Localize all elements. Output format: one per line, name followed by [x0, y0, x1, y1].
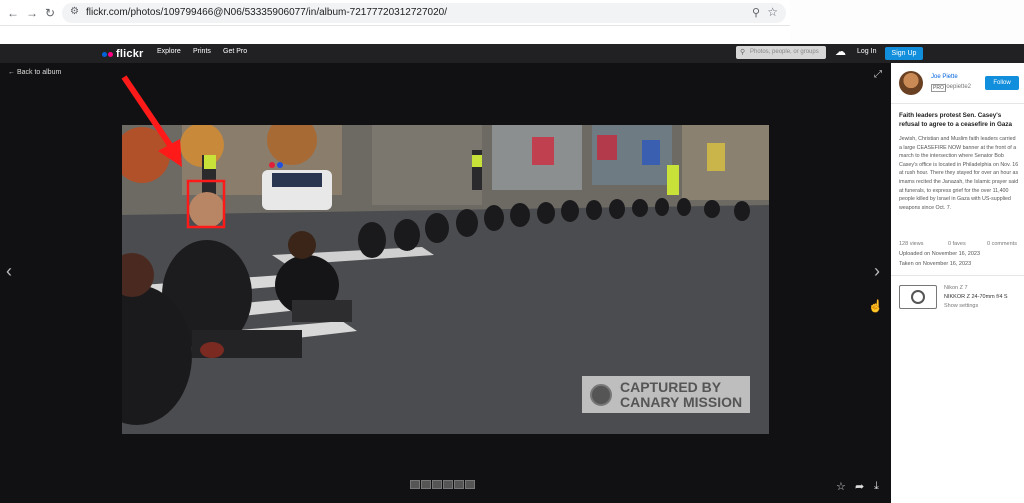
share-icon[interactable]: ➦ — [855, 480, 864, 493]
red-arrow-annotation — [121, 75, 182, 167]
camera-lens-shape — [911, 290, 925, 304]
photo-title: Faith leaders protest Sen. Casey's refus… — [899, 112, 1013, 128]
avatar[interactable] — [899, 71, 923, 95]
divider — [891, 103, 1024, 104]
browser-side-area — [790, 0, 1024, 44]
login-link[interactable]: Log In — [857, 48, 876, 55]
watermark-line-2: CANARY MISSION — [620, 393, 743, 410]
watermark: CAPTURED BY CANARY MISSION — [582, 376, 750, 413]
search-input[interactable]: ⚲ Photos, people, or groups — [736, 46, 826, 59]
pro-badge: PRO — [931, 84, 946, 92]
show-settings-link[interactable]: Show settings — [944, 303, 978, 309]
filmstrip-thumbnail[interactable] — [443, 480, 453, 489]
photo-description: Jewish, Christian and Muslim faith leade… — [899, 136, 1019, 211]
filmstrip — [410, 480, 475, 489]
mouse-cursor-icon: ☝ — [868, 299, 883, 313]
nav-prints[interactable]: Prints — [193, 48, 211, 55]
zoom-icon[interactable]: ⚲ — [752, 6, 760, 19]
taken-date: Taken on November 16, 2023 — [899, 261, 972, 267]
uploaded-date: Uploaded on November 16, 2023 — [899, 251, 981, 257]
filmstrip-thumbnail[interactable] — [432, 480, 442, 489]
watermark-text: CAPTURED BY CANARY MISSION — [620, 378, 743, 410]
address-bar[interactable]: ⚙ flickr.com/photos/109799466@N06/533359… — [62, 3, 786, 23]
follow-button[interactable]: Follow — [985, 76, 1019, 90]
logo-text: flickr — [116, 48, 144, 60]
signup-button[interactable]: Sign Up — [885, 47, 923, 60]
watermark-line-1: CAPTURED BY — [620, 378, 722, 395]
canary-mission-logo — [590, 383, 612, 406]
filmstrip-thumbnail[interactable] — [454, 480, 464, 489]
logo-pink-dot — [108, 51, 113, 57]
back-icon[interactable]: ← — [6, 6, 20, 20]
camera-brand-link[interactable]: Nikon Z 7 — [944, 285, 968, 291]
fullscreen-icon[interactable]: ⤢ — [874, 69, 882, 80]
owner-name-link[interactable]: Joe Piette — [931, 74, 958, 80]
upload-icon[interactable]: ☁ — [835, 45, 846, 58]
camera-icon — [899, 285, 937, 309]
views-count: 128 views — [899, 241, 924, 247]
photo-viewer: ← Back to album ⤢ ‹ › ☝ CAPTURED BY CANA… — [0, 63, 891, 503]
nav-get-pro[interactable]: Get Pro — [223, 48, 247, 55]
forward-icon[interactable]: → — [25, 6, 39, 20]
next-photo-icon[interactable]: › — [874, 261, 880, 282]
filmstrip-thumbnail[interactable] — [465, 480, 475, 489]
comments-count: 0 comments — [987, 241, 1017, 247]
filmstrip-thumbnail[interactable] — [410, 480, 420, 489]
filmstrip-thumbnail[interactable] — [421, 480, 431, 489]
photo-info-sidebar: Joe Piette PRO joepiette2 Follow Faith l… — [891, 63, 1024, 503]
site-header: flickr Explore Prints Get Pro ⚲ Photos, … — [0, 44, 1024, 63]
divider — [891, 275, 1024, 276]
search-icon: ⚲ — [740, 49, 746, 56]
main-photo[interactable]: CAPTURED BY CANARY MISSION — [122, 125, 769, 434]
back-to-album-link[interactable]: ← Back to album — [8, 69, 61, 76]
nav-explore[interactable]: Explore — [157, 48, 181, 55]
lens-model: NIKKOR Z 24-70mm f/4 S — [944, 294, 1008, 300]
url-text[interactable]: flickr.com/photos/109799466@N06/53335906… — [86, 7, 447, 18]
logo-blue-dot — [102, 51, 107, 57]
download-icon[interactable]: ⤓ — [874, 480, 879, 493]
fave-star-icon[interactable]: ☆ — [836, 480, 846, 493]
reload-icon[interactable]: ↻ — [43, 6, 57, 20]
flickr-logo[interactable]: flickr — [102, 47, 144, 61]
bookmark-star-icon[interactable]: ☆ — [767, 5, 778, 19]
site-settings-icon[interactable]: ⚙ — [70, 6, 79, 17]
owner-username[interactable]: joepiette2 — [945, 84, 971, 90]
search-placeholder: Photos, people, or groups — [750, 49, 819, 55]
faves-count: 0 faves — [948, 241, 966, 247]
previous-photo-icon[interactable]: ‹ — [6, 261, 12, 282]
